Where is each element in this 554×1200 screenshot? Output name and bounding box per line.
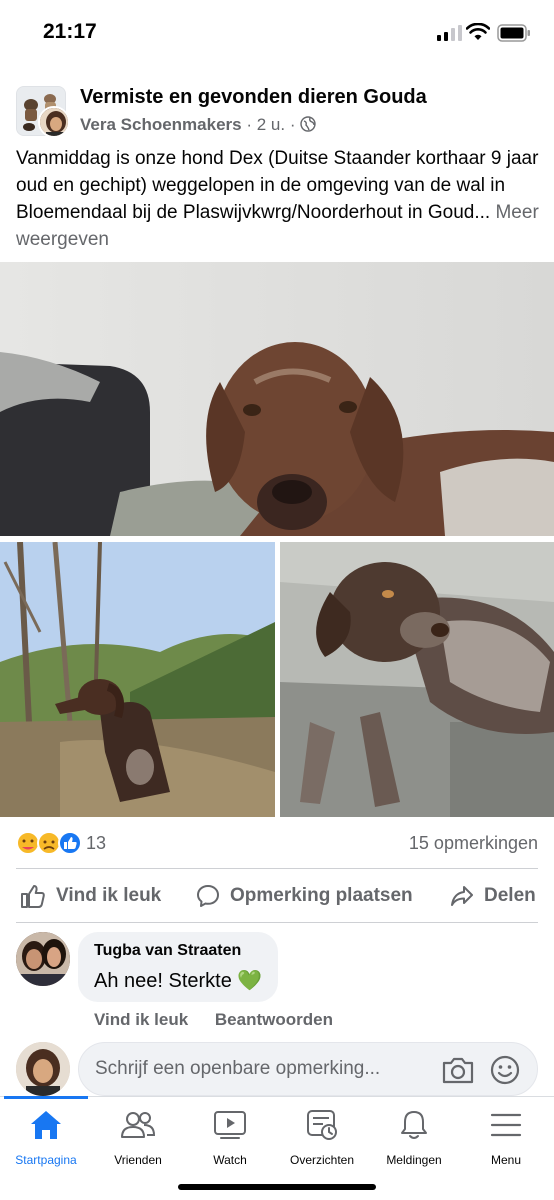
tab-friends[interactable]: Vrienden <box>92 1107 184 1167</box>
comment-like-link[interactable]: Vind ik leuk <box>94 1010 188 1029</box>
cellular-signal-icon <box>437 25 462 41</box>
status-time: 21:17 <box>43 20 97 43</box>
share-button[interactable]: Delen <box>450 882 536 910</box>
comment-bubble[interactable]: Tugba van Straaten Ah nee! Sterkte 💚 <box>78 932 279 1002</box>
comment-input[interactable]: Schrijf een openbare opmerking... <box>78 1042 538 1096</box>
bell-icon <box>401 1111 427 1139</box>
tab-label: Menu <box>490 1153 522 1167</box>
tab-label: Watch <box>213 1153 247 1167</box>
tab-bar: Startpagina Vrienden Watch Overzichten M… <box>0 1096 554 1200</box>
globe-icon <box>300 116 316 132</box>
share-icon <box>451 886 473 906</box>
commenter-avatar[interactable] <box>16 932 70 986</box>
photo-dog-closeup[interactable] <box>0 262 554 536</box>
tab-label: Vrienden <box>114 1153 162 1167</box>
post-time[interactable]: 2 u. <box>257 115 285 134</box>
tab-watch[interactable]: Watch <box>184 1107 276 1167</box>
my-avatar[interactable] <box>16 1042 70 1096</box>
like-label: Vind ik leuk <box>56 885 162 906</box>
reaction-icons <box>16 830 82 856</box>
thumbs-up-icon <box>21 885 45 908</box>
divider <box>16 868 538 869</box>
photo-dog-forest[interactable] <box>0 542 275 817</box>
reactions-summary[interactable]: 13 15 opmerkingen <box>16 828 538 858</box>
menu-icon <box>490 1113 522 1137</box>
active-tab-indicator <box>4 1096 88 1099</box>
tab-home[interactable]: Startpagina <box>0 1107 92 1167</box>
care-reaction-icon <box>16 831 40 855</box>
friends-icon <box>121 1112 156 1138</box>
meta-separator: · <box>289 115 296 134</box>
meta-separator: · <box>246 115 253 134</box>
tab-label: Meldingen <box>386 1153 442 1167</box>
like-reaction-icon <box>58 831 82 855</box>
comment-reply-link[interactable]: Beantwoorden <box>215 1010 333 1029</box>
tab-menu[interactable]: Menu <box>460 1107 552 1167</box>
post-actions: Vind ik leuk Opmerking plaatsen Delen <box>0 870 554 922</box>
divider <box>16 922 538 923</box>
photo-dog-car[interactable] <box>280 542 554 817</box>
comment-count[interactable]: 15 opmerkingen <box>409 833 538 854</box>
home-indicator[interactable] <box>178 1184 376 1190</box>
like-button[interactable]: Vind ik leuk <box>20 882 161 910</box>
sad-reaction-icon <box>37 831 61 855</box>
author-avatar[interactable] <box>38 106 70 138</box>
share-label: Delen <box>484 885 536 906</box>
feeds-icon <box>307 1110 337 1140</box>
comment-icon <box>197 885 219 907</box>
tab-label: Overzichten <box>289 1153 355 1167</box>
comment-label: Opmerking plaatsen <box>230 885 413 906</box>
camera-icon[interactable] <box>441 1054 475 1086</box>
home-icon <box>31 1111 61 1139</box>
comment-text: Ah nee! Sterkte 💚 <box>94 970 263 992</box>
commenter-name[interactable]: Tugba van Straaten <box>94 942 262 960</box>
tab-label: Startpagina <box>15 1153 77 1167</box>
reaction-count: 13 <box>86 833 107 853</box>
wifi-icon <box>466 23 490 40</box>
status-bar: 21:17 <box>0 0 554 66</box>
tab-notifications[interactable]: Meldingen <box>368 1107 460 1167</box>
group-name[interactable]: Vermiste en gevonden dieren Gouda <box>80 86 427 109</box>
comment-input-placeholder: Schrijf een openbare opmerking... <box>95 1058 381 1079</box>
battery-icon <box>497 24 530 42</box>
post-header: Vermiste en gevonden dieren Gouda Vera S… <box>16 86 538 140</box>
author-name[interactable]: Vera Schoenmakers <box>80 115 242 134</box>
post-body: Vanmiddag is onze hond Dex (Duitse Staan… <box>16 148 539 223</box>
emoji-icon[interactable] <box>489 1054 521 1086</box>
post-text: Vanmiddag is onze hond Dex (Duitse Staan… <box>16 145 546 253</box>
comment-actions: Vind ik leuk Beantwoorden <box>94 1010 333 1030</box>
comment-button[interactable]: Opmerking plaatsen <box>196 882 413 910</box>
post-meta: Vera Schoenmakers · 2 u. · <box>80 115 316 135</box>
watch-icon <box>214 1111 246 1139</box>
tab-feeds[interactable]: Overzichten <box>276 1107 368 1167</box>
